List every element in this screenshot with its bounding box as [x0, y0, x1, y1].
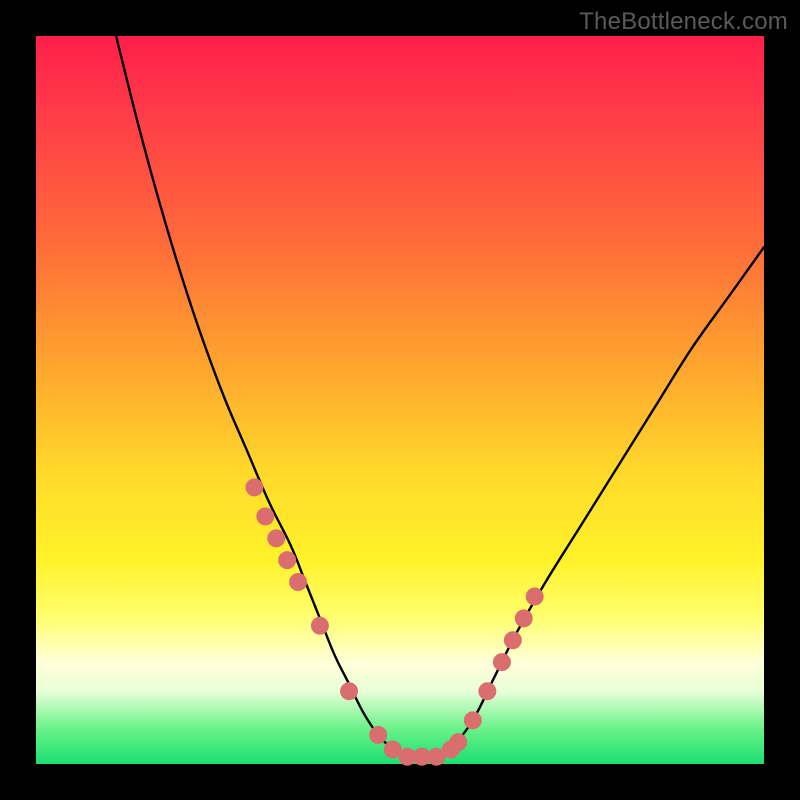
sample-marker: [504, 631, 522, 649]
marker-layer: [245, 478, 543, 765]
sample-marker: [464, 711, 482, 729]
watermark-text: TheBottleneck.com: [579, 8, 788, 36]
sample-marker: [449, 733, 467, 751]
curve-svg: [36, 36, 764, 764]
sample-marker: [493, 653, 511, 671]
sample-marker: [256, 507, 274, 525]
sample-marker: [311, 617, 329, 635]
chart-frame: TheBottleneck.com: [0, 0, 800, 800]
sample-marker: [245, 478, 263, 496]
bottleneck-curve: [116, 36, 764, 757]
sample-marker: [515, 609, 533, 627]
sample-marker: [278, 551, 296, 569]
sample-marker: [267, 529, 285, 547]
sample-marker: [289, 573, 307, 591]
sample-marker: [369, 726, 387, 744]
sample-marker: [340, 682, 358, 700]
plot-area: [36, 36, 764, 764]
sample-marker: [478, 682, 496, 700]
sample-marker: [526, 588, 544, 606]
